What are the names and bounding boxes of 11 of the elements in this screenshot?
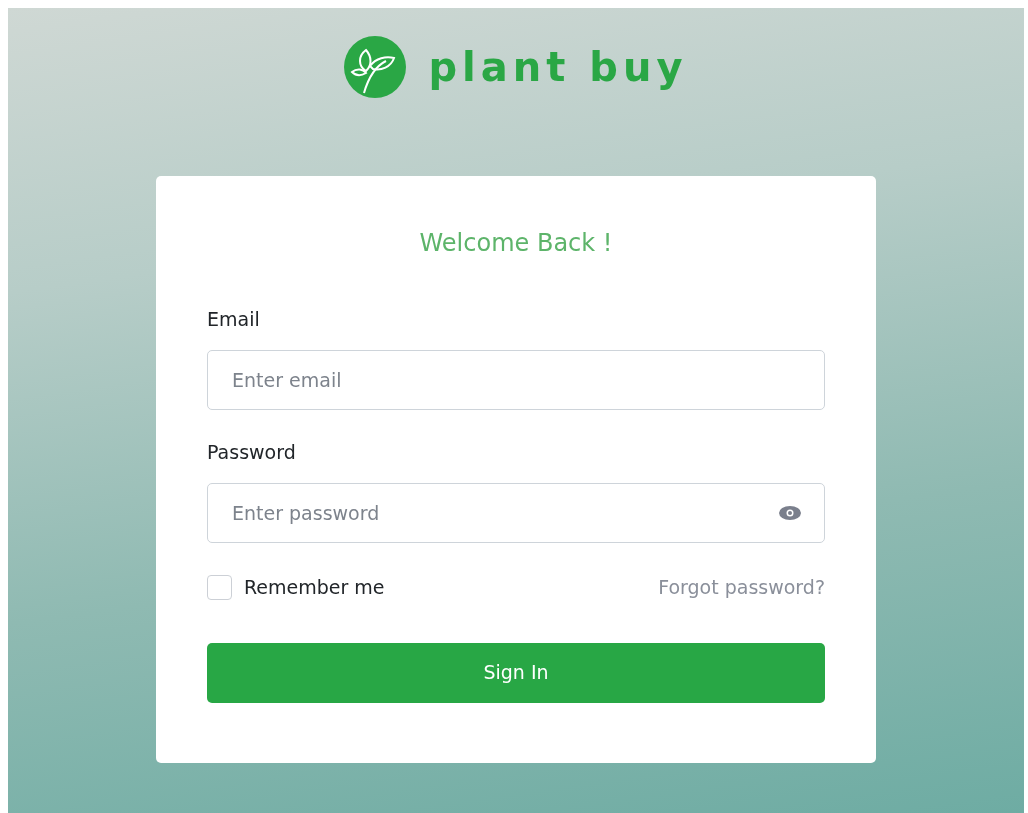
welcome-title: Welcome Back !: [418, 228, 614, 259]
field-label: Password: [207, 440, 297, 465]
leaf-logo-icon: [344, 36, 407, 98]
eye-icon[interactable]: [779, 506, 801, 520]
password-field[interactable]: Enter password: [207, 483, 825, 543]
remember-label: Remember me: [244, 575, 385, 600]
forgot-password-link[interactable]: Forgot password?: [658, 573, 825, 602]
email-field[interactable]: Enter email: [207, 350, 825, 410]
remember-checkbox[interactable]: [207, 574, 232, 600]
field-label: Email: [207, 307, 261, 332]
sign-in-button[interactable]: Sign In: [207, 642, 825, 703]
